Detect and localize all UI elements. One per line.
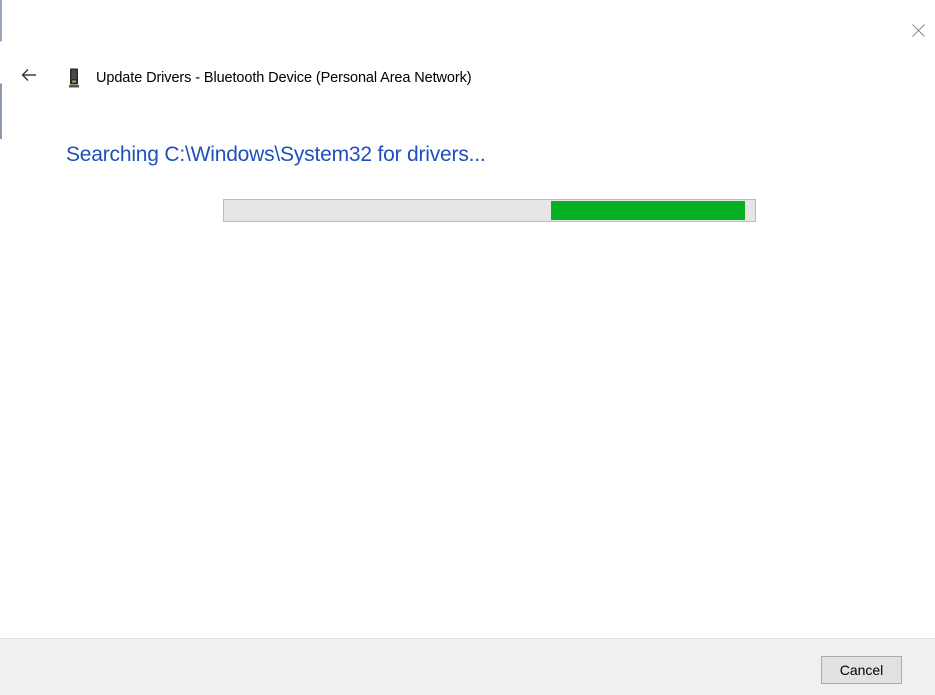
search-status-heading: Searching C:\Windows\System32 for driver… — [66, 143, 486, 166]
close-icon — [912, 24, 925, 37]
bluetooth-device-icon — [69, 68, 79, 88]
progress-bar-fill — [551, 201, 745, 220]
progress-bar — [223, 199, 756, 222]
close-button[interactable] — [904, 18, 932, 46]
back-button[interactable] — [16, 64, 46, 88]
dialog-title: Update Drivers - Bluetooth Device (Perso… — [96, 70, 472, 86]
window-edge — [0, 0, 2, 695]
back-arrow-icon — [21, 69, 36, 81]
update-drivers-dialog: Update Drivers - Bluetooth Device (Perso… — [0, 0, 935, 695]
dialog-footer — [0, 638, 935, 695]
cancel-button[interactable]: Cancel — [821, 656, 902, 684]
